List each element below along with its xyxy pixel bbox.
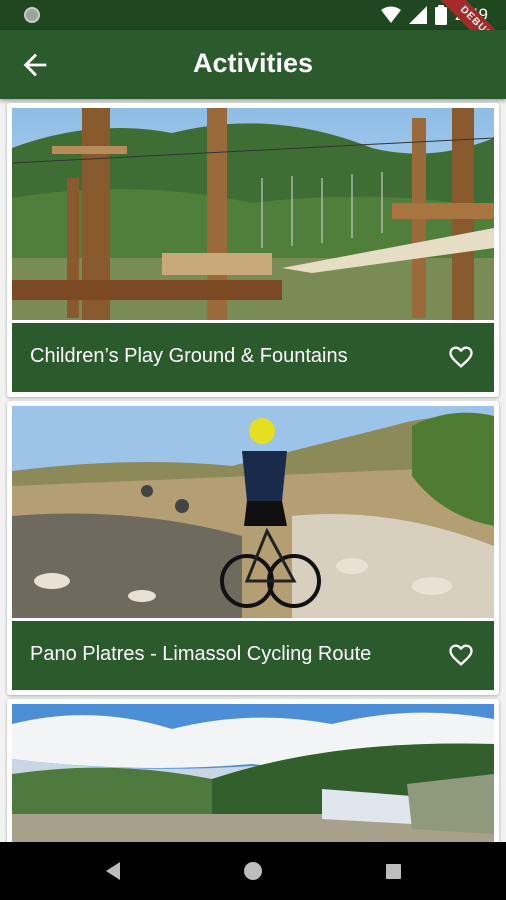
signal-icon	[408, 6, 427, 24]
heart-outline-icon[interactable]	[446, 641, 476, 669]
activity-card[interactable]: Children’s Play Ground & Fountains	[7, 103, 499, 397]
card-title: Children’s Play Ground & Fountains	[30, 345, 348, 367]
activity-card[interactable]	[7, 699, 499, 842]
cyclist-riverbed-image	[12, 406, 494, 618]
battery-icon	[434, 5, 447, 25]
system-nav-bar	[0, 842, 506, 900]
nav-home-icon[interactable]	[244, 862, 262, 880]
rope-park-image	[12, 108, 494, 320]
card-title: Pano Platres - Limassol Cycling Route	[30, 643, 372, 665]
activity-list[interactable]: Children’s Play Ground & Fountains Pano …	[0, 99, 506, 842]
status-bar: 2:49 DEBUG	[0, 0, 506, 72]
page-title: Activities	[192, 48, 314, 78]
nav-back-icon[interactable]	[104, 861, 122, 881]
card-footer: Children’s Play Ground & Fountains	[12, 323, 494, 392]
heart-outline-icon[interactable]	[446, 343, 476, 371]
wifi-icon	[380, 6, 401, 23]
app-bar: Activities	[0, 30, 506, 99]
card-footer: Pano Platres - Limassol Cycling Route	[12, 621, 494, 690]
notification-dot-icon	[24, 7, 40, 23]
nav-recents-icon[interactable]	[386, 864, 401, 879]
activity-card[interactable]: Pano Platres - Limassol Cycling Route	[7, 401, 499, 695]
football-field-image	[12, 704, 494, 842]
